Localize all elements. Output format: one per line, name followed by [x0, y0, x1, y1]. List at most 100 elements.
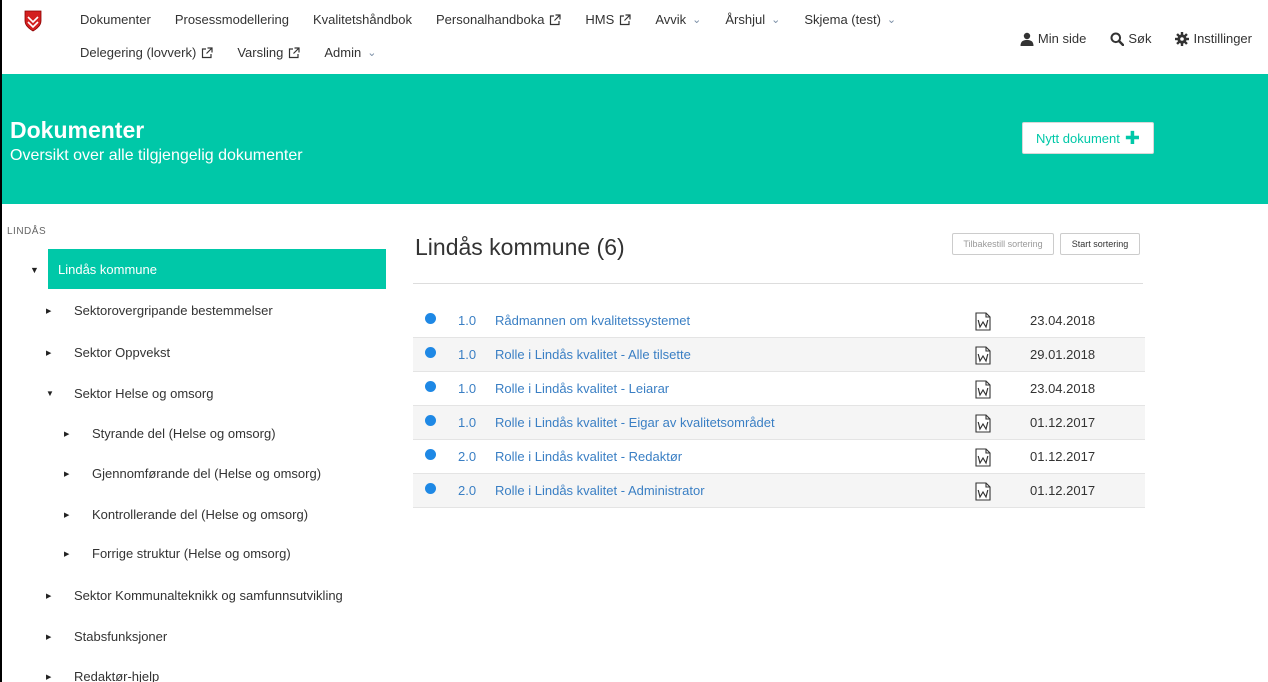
document-version: 2.0: [458, 449, 477, 464]
folder-title: Lindås kommune (6): [415, 234, 625, 260]
nav-item-label: Dokumenter: [80, 12, 151, 27]
word-icon[interactable]: [975, 312, 991, 331]
nav-item-skjema-test[interactable]: Skjema (test) ⌄: [804, 12, 896, 27]
word-icon[interactable]: [975, 448, 991, 467]
caret-right-icon[interactable]: ▶: [64, 511, 78, 519]
my-page-label: Min side: [1037, 31, 1087, 46]
nav-item-label: Prosessmodellering: [174, 12, 289, 27]
document-row: 2.0 Rolle i Lindås kvalitet - Administrat…: [413, 474, 1145, 508]
tree-item-kontrollerande-del-helse-og-omsorg[interactable]: ▶ Kontrollerande del (Helse og omsorg): [64, 507, 308, 522]
document-list: 1.0 Rådmannen om kvalitetssystemet 23.04.2…: [413, 304, 1145, 508]
search-icon: [1110, 32, 1125, 46]
document-version: 2.0: [458, 483, 477, 498]
tree-item-label: Lindås kommune: [58, 261, 157, 277]
caret-down-icon[interactable]: ▼: [46, 389, 60, 398]
nav-item-delegering-lovverk[interactable]: Delegering (lovverk): [80, 45, 213, 60]
document-version: 1.0: [458, 313, 477, 328]
caret-down-icon[interactable]: ▼: [30, 265, 39, 275]
plus-icon: ✚: [1124, 128, 1140, 148]
word-icon[interactable]: [975, 414, 991, 433]
nav-item-kvalitetshandbok[interactable]: Kvalitetshåndbok: [313, 12, 412, 27]
nav-item-varsling[interactable]: Varsling: [237, 45, 300, 60]
new-document-label: Nytt dokument: [1036, 130, 1120, 146]
document-version: 1.0: [458, 381, 477, 396]
nav-row-secondary: Delegering (lovverk) Varsling Admin ⌄: [80, 45, 400, 60]
nav-item-prosessmodellering[interactable]: Prosessmodellering: [175, 12, 289, 27]
caret-right-icon[interactable]: ▶: [64, 550, 78, 558]
external-link-icon: [550, 13, 562, 25]
my-page-link[interactable]: Min side: [1020, 31, 1086, 46]
status-dot: [425, 415, 436, 426]
tree-item-sektor-oppvekst[interactable]: ▶ Sektor Oppvekst: [46, 345, 170, 360]
nav-row-primary: Dokumenter Prosessmodellering Kvalitetshån…: [80, 12, 920, 27]
caret-right-icon[interactable]: ▶: [64, 430, 78, 438]
status-dot: [425, 347, 436, 358]
sidebar-tree: LINDÅS ▼ Lindås kommune ▶ Sektorovergripand…: [2, 204, 402, 682]
tree-item-sektorovergripande-bestemmelser[interactable]: ▶ Sektorovergripande bestemmelser: [46, 303, 273, 318]
tree-item-label: Gjennomførande del (Helse og omsorg): [92, 466, 322, 481]
document-row: 1.0 Rolle i Lindås kvalitet - Eigar av kv…: [413, 406, 1145, 440]
divider: [413, 283, 1143, 284]
chevron-down-icon: ⌄: [771, 14, 781, 26]
nav-item-label: Årshjul: [725, 12, 766, 27]
nav-item-avvik[interactable]: Avvik ⌄: [655, 12, 701, 27]
word-icon[interactable]: [975, 346, 991, 365]
document-title-link[interactable]: Rolle i Lindås kvalitet - Eigar av kvali…: [495, 415, 775, 430]
tree-item-styrande-del-helse-og-omsorg[interactable]: ▶ Styrande del (Helse og omsorg): [64, 426, 276, 441]
document-version: 1.0: [458, 415, 477, 430]
tree-item-lindas-kommune[interactable]: Lindås kommune: [48, 249, 386, 289]
document-title-link[interactable]: Rolle i Lindås kvalitet - Administrator: [495, 483, 705, 498]
caret-right-icon[interactable]: ▶: [46, 592, 60, 600]
nav-item-hms[interactable]: HMS: [585, 12, 631, 27]
nav-item-label: Avvik: [655, 12, 687, 27]
caret-right-icon[interactable]: ▶: [64, 470, 78, 478]
nav-item-label: Kvalitetshåndbok: [312, 12, 412, 27]
nav-item-dokumenter[interactable]: Dokumenter: [80, 12, 151, 27]
start-sort-button[interactable]: Start sortering: [1060, 233, 1140, 255]
tree-item-sektor-helse-og-omsorg[interactable]: ▼ Sektor Helse og omsorg: [46, 386, 213, 401]
top-navigation: Dokumenter Prosessmodellering Kvalitetshån…: [2, 0, 1268, 74]
reset-sort-button[interactable]: Tilbakestill sortering: [952, 233, 1054, 255]
tree-item-redakt-r-hjelp[interactable]: ▶ Redaktør-hjelp: [46, 669, 159, 682]
external-link-icon: [289, 46, 300, 58]
search-link[interactable]: Søk: [1110, 31, 1151, 46]
document-title-link[interactable]: Rolle i Lindås kvalitet - Leiarar: [495, 381, 669, 396]
new-document-button[interactable]: Nytt dokument ✚: [1022, 122, 1154, 154]
gear-icon: [1175, 31, 1190, 46]
nav-item-arshjul[interactable]: Årshjul ⌄: [725, 12, 780, 27]
user-icon: [1020, 32, 1034, 46]
nav-item-label: Varsling: [237, 45, 284, 60]
caret-right-icon[interactable]: ▶: [46, 307, 60, 315]
nav-item-admin[interactable]: Admin ⌄: [324, 45, 376, 60]
word-icon[interactable]: [975, 482, 991, 501]
status-dot: [425, 483, 436, 494]
nav-item-label: Admin: [324, 45, 362, 60]
document-title-link[interactable]: Rådmannen om kvalitetssystemet: [495, 313, 690, 328]
document-row: 2.0 Rolle i Lindås kvalitet - Redaktør 01.…: [413, 440, 1145, 474]
document-date: 23.04.2018: [1030, 313, 1096, 328]
hero-banner: Dokumenter Oversikt over alle tilgjengel…: [2, 74, 1268, 204]
nav-right-actions: Min side Søk Instillinger: [1020, 31, 1268, 46]
nav-item-label: Personalhandboka: [436, 12, 545, 27]
word-icon[interactable]: [975, 380, 991, 399]
document-title-link[interactable]: Rolle i Lindås kvalitet - Alle tilsette: [495, 347, 691, 362]
caret-right-icon[interactable]: ▶: [46, 633, 60, 641]
tree-item-gjennomf-rande-del-helse-og-omsorg[interactable]: ▶ Gjennomførande del (Helse og omsorg): [64, 466, 321, 481]
caret-right-icon[interactable]: ▶: [46, 673, 60, 681]
tree-item-label: Kontrollerande del (Helse og omsorg): [92, 507, 309, 522]
tree-item-forrige-struktur-helse-og-omsorg[interactable]: ▶ Forrige struktur (Helse og omsorg): [64, 546, 291, 561]
settings-label: Instillinger: [1193, 31, 1252, 46]
caret-right-icon[interactable]: ▶: [46, 349, 60, 357]
tree-item-sektor-kommunalteknikk-og-samfunnsutvikling[interactable]: ▶ Sektor Kommunalteknikk og samfunnsutvik…: [46, 588, 343, 603]
page-title: Dokumenter: [10, 117, 145, 143]
municipality-logo[interactable]: [24, 10, 42, 32]
document-row: 1.0 Rolle i Lindås kvalitet - Alle tilset…: [413, 338, 1145, 372]
tree-item-label: Styrande del (Helse og omsorg): [92, 426, 276, 441]
nav-item-personalhandboka[interactable]: Personalhandboka: [436, 12, 562, 27]
tree-item-stabsfunksjoner[interactable]: ▶ Stabsfunksjoner: [46, 629, 167, 644]
settings-link[interactable]: Instillinger: [1175, 31, 1252, 46]
external-link-icon: [202, 46, 213, 58]
nav-item-label: HMS: [585, 12, 615, 27]
document-title-link[interactable]: Rolle i Lindås kvalitet - Redaktør: [495, 449, 682, 464]
tree-item-label: Sektor Kommunalteknikk og samfunnsutvikl…: [74, 588, 343, 603]
